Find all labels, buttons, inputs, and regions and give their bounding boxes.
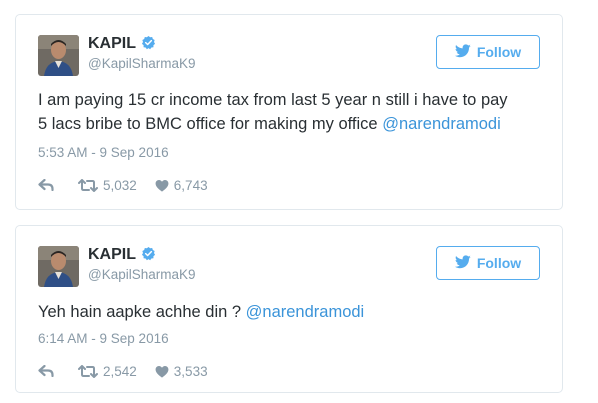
verified-badge-icon (141, 246, 156, 261)
retweet-count: 2,542 (103, 363, 137, 379)
twitter-bird-icon (454, 43, 471, 61)
reply-button[interactable] (38, 365, 54, 377)
reply-icon (38, 179, 54, 191)
retweet-icon (78, 364, 98, 378)
reply-icon (38, 365, 54, 377)
tweet-text: Yeh hain aapke achhe din ? @narendramodi (38, 303, 365, 321)
retweet-count: 5,032 (103, 177, 137, 193)
follow-button[interactable]: Follow (436, 35, 540, 69)
mention-link[interactable]: @narendramodi (246, 303, 365, 321)
retweet-button[interactable]: 2,542 (78, 364, 137, 379)
tweet-timestamp[interactable]: 6:14 AM - 9 Sep 2016 (38, 331, 169, 346)
follow-button[interactable]: Follow (436, 246, 540, 280)
avatar[interactable] (38, 246, 79, 287)
tweet-text: I am paying 15 cr income tax from last 5… (38, 91, 508, 133)
user-handle[interactable]: @KapilSharmaK9 (88, 267, 196, 283)
verified-badge-icon (141, 35, 156, 50)
display-name[interactable]: KAPIL (88, 35, 156, 53)
like-button[interactable]: 3,533 (155, 364, 208, 379)
tweet-card: KAPIL @KapilSharmaK9 Follow Yeh hain aap… (15, 225, 563, 393)
like-button[interactable]: 6,743 (155, 178, 208, 193)
heart-icon (155, 179, 169, 192)
tweet-actions: 5,032 6,743 (38, 175, 208, 195)
avatar[interactable] (38, 35, 79, 76)
user-handle[interactable]: @KapilSharmaK9 (88, 56, 196, 72)
mention-link[interactable]: @narendramodi (382, 115, 501, 133)
tweet-timestamp[interactable]: 5:53 AM - 9 Sep 2016 (38, 145, 169, 160)
retweet-button[interactable]: 5,032 (78, 178, 137, 193)
reply-button[interactable] (38, 179, 54, 191)
like-count: 6,743 (173, 177, 208, 193)
like-count: 3,533 (173, 363, 208, 379)
display-name[interactable]: KAPIL (88, 246, 156, 264)
retweet-icon (78, 178, 98, 192)
twitter-bird-icon (454, 254, 471, 272)
heart-icon (155, 365, 169, 378)
tweet-card: KAPIL @KapilSharmaK9 Follow I am paying … (15, 14, 563, 210)
tweet-actions: 2,542 3,533 (38, 361, 208, 381)
